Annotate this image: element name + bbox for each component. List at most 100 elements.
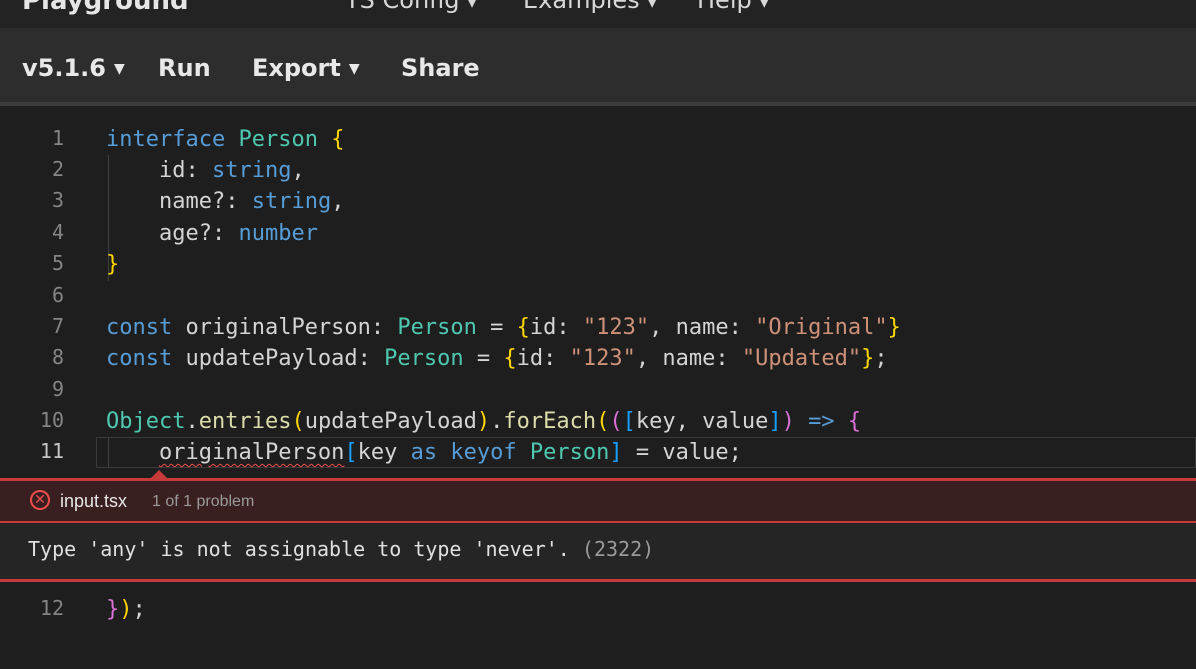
punctuation: , (649, 315, 663, 340)
assignment: = value; (635, 440, 742, 465)
caret-down-icon: ▼ (348, 61, 360, 77)
type-name: Person (529, 440, 610, 465)
error-icon: ✕ (30, 490, 50, 510)
problem-file-name[interactable]: input.tsx (60, 491, 127, 512)
line-number: 9 (51, 377, 64, 401)
code-content: const originalPerson: Person = {id: "123… (106, 312, 901, 343)
brand-title[interactable]: Playground (22, 0, 189, 16)
line-number: 1 (51, 126, 64, 150)
punctuation: ; (132, 597, 146, 622)
bracket: ( (596, 409, 610, 434)
string-literal: "Updated" (741, 346, 862, 371)
code-line[interactable]: 5 } (0, 249, 1196, 280)
line-number: 5 (51, 251, 64, 275)
function-name: forEach (503, 409, 597, 434)
error-squiggle-target[interactable]: originalPerson (159, 440, 344, 465)
code-line[interactable]: 4 age?: number (0, 218, 1196, 249)
code-line[interactable]: 9 (0, 375, 1196, 406)
code-line[interactable]: 7 const originalPerson: Person = {id: "1… (0, 312, 1196, 343)
type-keyword: string (251, 189, 332, 214)
code-content: }); (106, 594, 146, 625)
code-line[interactable]: 6 (0, 281, 1196, 312)
property: age?: (158, 221, 226, 246)
problem-message: Type 'any' is not assignable to type 'ne… (28, 537, 654, 561)
line-number: 7 (51, 314, 64, 338)
line-number: 2 (51, 157, 64, 181)
bracket: ( (609, 409, 623, 434)
code-content: id: string, (106, 155, 305, 186)
identifier: updatePayload (304, 409, 477, 434)
share-button[interactable]: Share (401, 54, 480, 82)
bracket: ) (476, 409, 491, 434)
punctuation: . (185, 409, 199, 434)
bracket: } (861, 346, 875, 371)
bracket: { (503, 346, 517, 371)
property: id: (516, 346, 557, 371)
peek-border-bottom (0, 579, 1196, 582)
operator: = (476, 346, 491, 371)
bracket: { (516, 315, 530, 340)
code-content: interface Person { (106, 124, 344, 155)
operator: = (490, 315, 504, 340)
bracket: [ (344, 440, 358, 465)
keyword: const (106, 315, 173, 340)
type-name: Person (384, 346, 464, 371)
bracket: ] (609, 440, 623, 465)
run-button[interactable]: Run (158, 54, 211, 82)
line-number: 4 (51, 220, 64, 244)
problem-error-code[interactable]: (2322) (582, 537, 654, 561)
code-line[interactable]: 3 name?: string, (0, 186, 1196, 217)
menu-ts-config-label: TS Config (345, 0, 460, 14)
property: name: (662, 346, 729, 371)
caret-down-icon: ▼ (113, 61, 125, 77)
identifier: key (357, 440, 398, 465)
line-number: 12 (39, 596, 64, 620)
code-line-active[interactable]: 11 originalPerson[key as keyof Person] =… (0, 437, 1196, 468)
export-button[interactable]: Export ▼ (252, 54, 360, 82)
problem-message-text: Type 'any' is not assignable to type 'ne… (28, 537, 570, 561)
function-name: entries (198, 409, 292, 434)
line-number: 6 (51, 283, 64, 307)
export-label: Export (252, 54, 341, 82)
keyword: keyof (450, 440, 517, 465)
property: id: (529, 315, 570, 340)
menu-help[interactable]: Help ▾ (697, 0, 769, 14)
bracket: ) (781, 409, 795, 434)
code-content: Object.entries(updatePayload).forEach(([… (106, 406, 861, 437)
menu-ts-config[interactable]: TS Config ▾ (345, 0, 477, 14)
line-number: 11 (39, 439, 64, 463)
code-line[interactable]: 8 const updatePayload: Person = {id: "12… (0, 343, 1196, 374)
version-label: v5.1.6 (22, 54, 106, 82)
property: name?: (158, 189, 239, 214)
keyword: as (410, 440, 438, 465)
code-line[interactable]: 10 Object.entries(updatePayload).forEach… (0, 406, 1196, 437)
code-content: const updatePayload: Person = {id: "123"… (106, 343, 888, 374)
string-literal: "123" (582, 315, 650, 340)
code-content: age?: number (106, 218, 318, 249)
identifier: originalPerson: (185, 315, 385, 340)
menu-examples[interactable]: Examples ▾ (523, 0, 657, 14)
type-keyword: string (211, 158, 292, 183)
code-line[interactable]: 1 interface Person { (0, 124, 1196, 155)
string-literal: "Original" (755, 315, 888, 340)
keyword: interface (106, 127, 226, 152)
menu-examples-label: Examples (523, 0, 640, 14)
line-number: 3 (51, 188, 64, 212)
version-select[interactable]: v5.1.6 ▼ (22, 54, 125, 82)
code-content: originalPerson[key as keyof Person] = va… (106, 437, 742, 468)
punctuation: , (331, 189, 345, 214)
bracket: } (887, 315, 901, 340)
type-name: Person (397, 315, 477, 340)
string-literal: "123" (569, 346, 636, 371)
line-number: 10 (39, 408, 64, 432)
bracket: ] (768, 409, 782, 434)
property: name: (675, 315, 742, 340)
punctuation: ; (874, 346, 888, 371)
chevron-down-icon: ▾ (759, 0, 769, 13)
identifier: Object (106, 409, 186, 434)
code-line[interactable]: 2 id: string, (0, 155, 1196, 186)
punctuation: , (635, 346, 650, 371)
bracket: } (106, 252, 120, 277)
code-line[interactable]: 12 }); (0, 594, 1196, 625)
bracket: [ (622, 409, 636, 434)
